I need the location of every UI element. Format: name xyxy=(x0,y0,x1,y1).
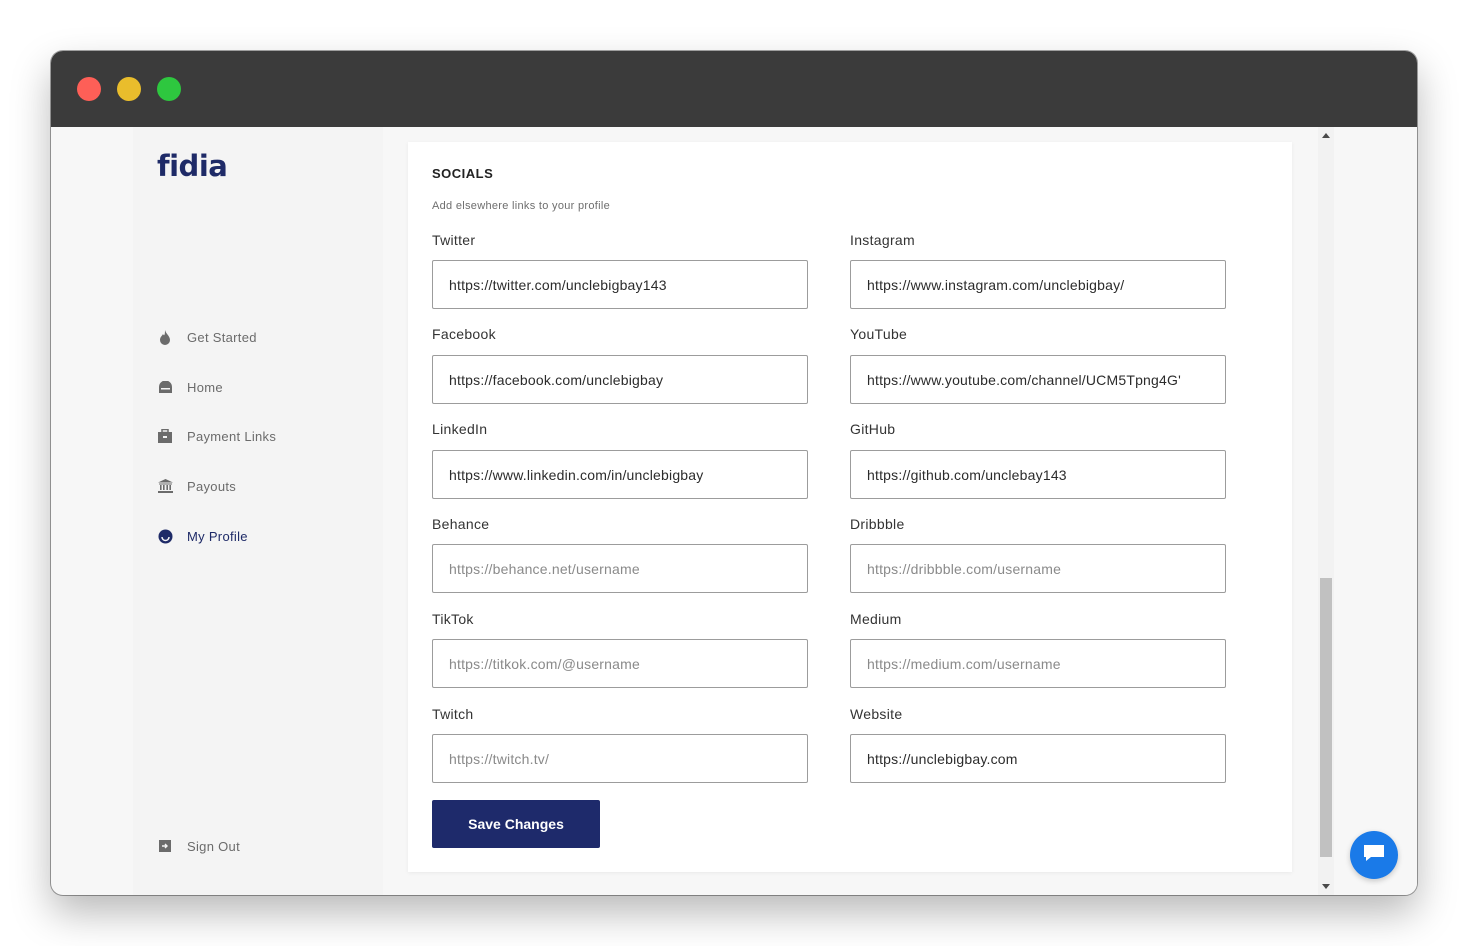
sidebar-item-home[interactable]: Home xyxy=(157,376,223,398)
medium-label: Medium xyxy=(850,611,902,627)
twitch-input[interactable] xyxy=(432,734,808,783)
bank-icon xyxy=(157,478,173,494)
vertical-scrollbar[interactable] xyxy=(1318,127,1334,895)
tiktok-input[interactable] xyxy=(432,639,808,688)
sidebar-item-get-started[interactable]: Get Started xyxy=(157,326,257,348)
main-content: SOCIALS Add elsewhere links to your prof… xyxy=(383,127,1318,895)
website-label: Website xyxy=(850,706,903,722)
sign-out-label: Sign Out xyxy=(187,838,240,854)
behance-input[interactable] xyxy=(432,544,808,593)
chat-widget-button[interactable] xyxy=(1350,831,1398,879)
sign-out-button[interactable]: Sign Out xyxy=(157,835,240,857)
sidebar-item-label: Home xyxy=(187,379,223,395)
twitter-label: Twitter xyxy=(432,232,476,248)
medium-input[interactable] xyxy=(850,639,1226,688)
behance-label: Behance xyxy=(432,516,490,532)
home-icon xyxy=(157,379,173,395)
save-changes-button[interactable]: Save Changes xyxy=(432,800,600,848)
maximize-window-button[interactable] xyxy=(157,77,181,101)
fidia-logo[interactable]: fidia xyxy=(157,149,228,183)
logo-text: fidia xyxy=(157,149,228,183)
sidebar-item-label: My Profile xyxy=(187,528,248,544)
sidebar-item-my-profile[interactable]: My Profile xyxy=(157,525,248,547)
linkedin-label: LinkedIn xyxy=(432,421,488,437)
sidebar-item-label: Get Started xyxy=(187,329,257,345)
window-titlebar xyxy=(51,51,1417,127)
chat-icon xyxy=(1362,843,1386,868)
github-input[interactable] xyxy=(850,450,1226,499)
section-subtitle: Add elsewhere links to your profile xyxy=(432,200,611,212)
website-input[interactable] xyxy=(850,734,1226,783)
sidebar-item-label: Payouts xyxy=(187,478,237,494)
sidebar-item-payouts[interactable]: Payouts xyxy=(157,475,236,497)
sidebar: fidia Get Started Home Payment Links Pay… xyxy=(133,127,383,895)
sidebar-item-label: Payment Links xyxy=(187,428,277,444)
right-gutter xyxy=(1334,127,1417,895)
socials-card: SOCIALS Add elsewhere links to your prof… xyxy=(408,142,1292,872)
scrollbar-thumb[interactable] xyxy=(1320,578,1332,857)
linkedin-input[interactable] xyxy=(432,450,808,499)
section-title: SOCIALS xyxy=(432,166,494,181)
profile-icon xyxy=(157,528,173,544)
youtube-input[interactable] xyxy=(850,355,1226,404)
scroll-up-arrow-icon[interactable] xyxy=(1322,133,1330,138)
dribbble-input[interactable] xyxy=(850,544,1226,593)
instagram-label: Instagram xyxy=(850,232,915,248)
twitter-input[interactable] xyxy=(432,260,808,309)
flame-icon xyxy=(157,329,173,345)
facebook-input[interactable] xyxy=(432,355,808,404)
tiktok-label: TikTok xyxy=(432,611,474,627)
youtube-label: YouTube xyxy=(850,326,908,342)
scroll-down-arrow-icon[interactable] xyxy=(1322,884,1330,889)
dribbble-label: Dribbble xyxy=(850,516,905,532)
app-window: fidia Get Started Home Payment Links Pay… xyxy=(51,51,1417,895)
sign-out-icon xyxy=(157,838,173,854)
sidebar-item-payment-links[interactable]: Payment Links xyxy=(157,425,276,447)
github-label: GitHub xyxy=(850,421,896,437)
briefcase-icon xyxy=(157,428,173,444)
facebook-label: Facebook xyxy=(432,326,496,342)
instagram-input[interactable] xyxy=(850,260,1226,309)
close-window-button[interactable] xyxy=(77,77,101,101)
minimize-window-button[interactable] xyxy=(117,77,141,101)
twitch-label: Twitch xyxy=(432,706,474,722)
